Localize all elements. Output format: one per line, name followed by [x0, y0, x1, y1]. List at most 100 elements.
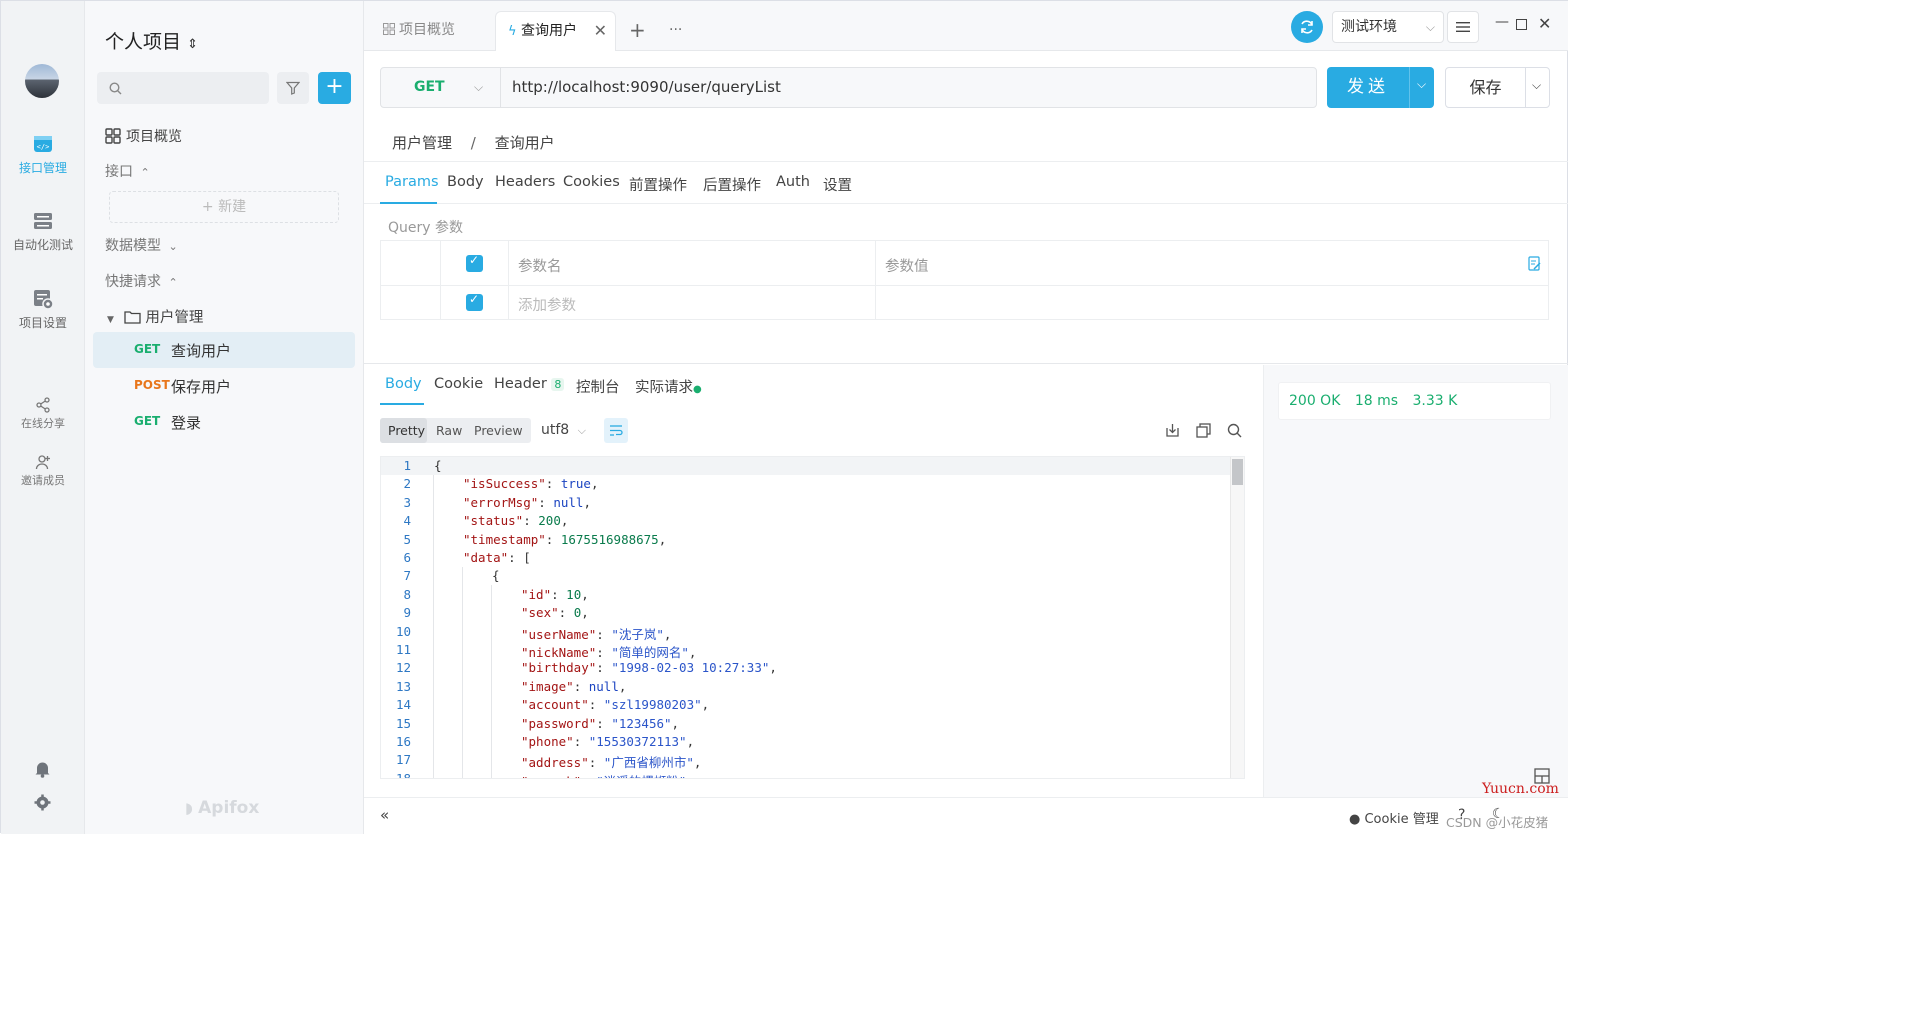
code-line: "remark": "逍遥的螺蛳粉", — [521, 771, 694, 778]
window-close-icon[interactable]: ✕ — [1538, 14, 1551, 33]
section-quick-requests[interactable]: 快捷请求 ⌃ — [105, 271, 178, 291]
rail-share[interactable]: 在线分享 — [1, 397, 85, 431]
response-tab-cookie[interactable]: Cookie — [434, 376, 483, 392]
lightning-icon: ϟ — [508, 24, 517, 39]
code-token: "1998-02-03 10:27:33" — [611, 660, 770, 676]
response-tab-body[interactable]: Body — [385, 376, 422, 392]
line-number: 9 — [403, 605, 411, 621]
breadcrumb-parent[interactable]: 用户管理 — [392, 134, 452, 152]
tab-settings[interactable]: 设置 — [823, 174, 852, 195]
search-input[interactable] — [97, 72, 269, 104]
minimize-icon[interactable]: — — [1495, 14, 1509, 30]
code-token: "15530372113" — [588, 734, 687, 749]
add-button[interactable]: + — [318, 72, 351, 104]
folder-icon — [124, 311, 142, 324]
response-tab-console[interactable]: 控制台 — [576, 376, 620, 397]
line-number: 18 — [395, 770, 411, 779]
code-token: : — [596, 645, 612, 660]
copy-icon[interactable] — [1196, 423, 1211, 438]
checkbox-row[interactable]: ✓ — [466, 292, 483, 311]
send-dropdown-button[interactable]: ⌵ — [1409, 67, 1434, 108]
invite-user-icon — [35, 455, 50, 470]
tab-pre-ops[interactable]: 前置操作 — [629, 174, 687, 195]
code-token: : — [538, 494, 554, 510]
gear-icon[interactable] — [34, 794, 51, 811]
rail-item-settings[interactable]: 项目设置 — [1, 288, 85, 331]
project-switcher[interactable]: 个人项目 ⇕ — [105, 27, 198, 54]
code-line: "address": "广西省柳州市", — [521, 752, 701, 771]
response-tab-actual-request[interactable]: 实际请求● — [635, 376, 702, 397]
url-input[interactable]: http://localhost:9090/user/queryList — [512, 78, 781, 96]
line-number: 15 — [395, 715, 411, 731]
response-body-editor[interactable]: 1 {2 "isSuccess": true, 3 "errorMsg": null, 4… — [380, 456, 1245, 779]
rail-invite[interactable]: 邀请成员 — [1, 454, 85, 488]
section-api-label: 接口 — [105, 164, 133, 180]
menu-button[interactable] — [1447, 11, 1479, 43]
format-preview[interactable]: Preview — [474, 423, 523, 438]
code-line: "birthday": "1998-02-03 10:27:33", — [521, 660, 777, 675]
format-raw[interactable]: Raw — [436, 423, 462, 438]
chevron-down-icon: ⌵ — [1417, 77, 1427, 91]
sidebar-item-overview[interactable]: 项目概览 — [105, 126, 182, 146]
rail-item-automation[interactable]: 自动化测试 — [1, 210, 85, 253]
add-param-input[interactable]: 添加参数 — [518, 294, 576, 315]
section-api[interactable]: 接口 ⌃ — [105, 161, 150, 181]
search-icon[interactable] — [1227, 423, 1242, 438]
code-token: { — [492, 568, 500, 584]
tab-auth[interactable]: Auth — [776, 174, 810, 190]
tab-query-user[interactable]: ϟ 查询用户 ✕ — [495, 11, 616, 51]
code-token: : — [581, 774, 596, 778]
bulk-edit-icon[interactable] — [1528, 256, 1541, 271]
sync-button[interactable] — [1291, 11, 1323, 43]
scrollbar-thumb[interactable] — [1232, 459, 1243, 485]
checkbox-all[interactable]: ✓ — [466, 253, 483, 272]
tab-post-ops[interactable]: 后置操作 — [703, 174, 761, 195]
close-icon[interactable]: ✕ — [594, 12, 607, 50]
filter-button[interactable] — [277, 72, 309, 104]
code-token: "id" — [521, 586, 552, 602]
line-number: 12 — [395, 660, 411, 676]
rail-item-api[interactable]: </> 接口管理 — [1, 133, 85, 176]
collapse-sidebar-icon[interactable]: « — [380, 806, 389, 824]
wrap-toggle[interactable] — [604, 418, 628, 443]
send-label: 发送 — [1347, 77, 1389, 97]
scrollbar[interactable] — [1230, 457, 1244, 778]
encoding-select[interactable]: utf8 ⌵ — [541, 422, 586, 438]
code-token: : — [588, 697, 604, 713]
response-tab-actual-request-label: 实际请求 — [635, 380, 693, 396]
avatar[interactable] — [25, 64, 59, 98]
format-pretty[interactable]: Pretty — [388, 423, 425, 438]
tab-params[interactable]: Params — [385, 174, 439, 190]
maximize-icon[interactable] — [1516, 19, 1527, 30]
save-dropdown-button[interactable]: ⌵ — [1525, 67, 1550, 108]
section-data-models[interactable]: 数据模型 ⌄ — [105, 235, 178, 255]
send-button[interactable]: 发送 — [1327, 67, 1409, 108]
watermark-author: CSDN @小花皮猪 — [1446, 815, 1549, 830]
chevron-up-icon: ⌃ — [140, 166, 150, 179]
check-icon: ✓ — [469, 253, 480, 267]
caret-down-icon: ▼ — [107, 315, 114, 325]
bell-icon[interactable] — [34, 760, 51, 778]
cookie-manager-button[interactable]: ● Cookie 管理 — [1349, 808, 1439, 827]
tab-cookies[interactable]: Cookies — [563, 174, 620, 190]
new-api-button[interactable]: + 新建 — [109, 191, 339, 223]
tab-headers[interactable]: Headers — [495, 174, 555, 190]
api-item-login[interactable]: GET 登录 — [93, 404, 355, 440]
folder-user-management[interactable]: ▼ 用户管理 — [107, 306, 203, 327]
save-button[interactable]: 保存 — [1445, 67, 1526, 108]
section-data-models-label: 数据模型 — [105, 238, 161, 254]
api-item-query-user[interactable]: GET 查询用户 — [93, 332, 355, 368]
method-select[interactable]: GET ⌵ — [381, 68, 501, 107]
new-tab-button[interactable]: + — [629, 11, 646, 51]
tab-body[interactable]: Body — [447, 174, 484, 190]
download-icon[interactable] — [1165, 423, 1180, 438]
response-tab-header[interactable]: Header 8 — [494, 376, 565, 392]
folder-label: 用户管理 — [145, 310, 204, 326]
tab-overview[interactable]: 项目概览 — [383, 11, 455, 51]
tab-overview-label: 项目概览 — [399, 22, 455, 38]
code-token: "sex" — [521, 605, 559, 621]
method-badge: GET — [134, 414, 161, 428]
api-item-save-user[interactable]: POST 保存用户 — [93, 368, 355, 404]
more-tabs-button[interactable]: ··· — [669, 11, 682, 51]
environment-select[interactable]: 测试环境 ⌵ — [1332, 11, 1444, 43]
